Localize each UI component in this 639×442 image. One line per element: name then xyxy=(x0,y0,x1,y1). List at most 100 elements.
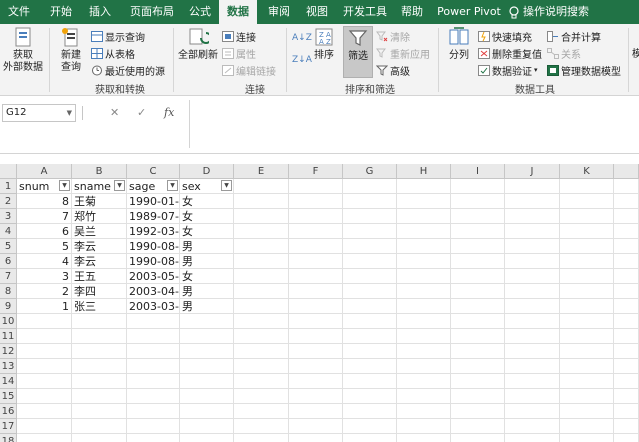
table-cell[interactable] xyxy=(560,314,614,329)
table-cell[interactable] xyxy=(614,389,639,404)
row-header[interactable]: 14 xyxy=(0,374,17,389)
table-cell[interactable] xyxy=(17,344,72,359)
tab-data[interactable]: 数据 xyxy=(219,0,257,24)
table-cell[interactable]: 1990-08- xyxy=(127,254,180,269)
table-cell[interactable] xyxy=(289,179,343,194)
table-cell[interactable] xyxy=(397,404,451,419)
table-cell[interactable]: 王五 xyxy=(72,269,127,284)
table-cell[interactable]: 2003-05- xyxy=(127,269,180,284)
flash-fill-button[interactable]: 快速填充 xyxy=(478,28,532,44)
relationships-button[interactable]: 关系 xyxy=(547,45,581,61)
filter-dropdown-icon[interactable]: ▼ xyxy=(114,180,125,191)
row-header[interactable]: 5 xyxy=(0,239,17,254)
table-cell[interactable]: 李四 xyxy=(72,284,127,299)
table-cell[interactable] xyxy=(343,419,397,434)
table-cell[interactable] xyxy=(180,359,234,374)
table-cell[interactable] xyxy=(17,434,72,442)
table-cell[interactable] xyxy=(560,344,614,359)
table-cell[interactable] xyxy=(614,224,639,239)
table-cell[interactable] xyxy=(397,299,451,314)
get-external-data-button[interactable]: 获取 外部数据 xyxy=(2,26,44,74)
table-cell[interactable] xyxy=(505,359,560,374)
table-cell[interactable] xyxy=(451,389,505,404)
table-cell[interactable] xyxy=(289,194,343,209)
table-cell[interactable] xyxy=(560,299,614,314)
column-header-j[interactable]: J xyxy=(505,164,560,179)
table-cell[interactable] xyxy=(614,239,639,254)
table-cell[interactable] xyxy=(234,299,289,314)
column-header-k[interactable]: K xyxy=(560,164,614,179)
table-cell[interactable] xyxy=(234,434,289,442)
table-cell[interactable] xyxy=(289,419,343,434)
tab-help[interactable]: 帮助 xyxy=(395,0,429,24)
name-box[interactable]: G12 ▼ xyxy=(2,104,76,122)
row-header[interactable]: 17 xyxy=(0,419,17,434)
table-cell[interactable] xyxy=(560,434,614,442)
table-cell[interactable]: 1990-08- xyxy=(127,239,180,254)
table-cell[interactable] xyxy=(72,404,127,419)
table-cell[interactable] xyxy=(180,374,234,389)
table-cell[interactable] xyxy=(397,224,451,239)
table-cell[interactable] xyxy=(505,404,560,419)
table-cell[interactable] xyxy=(234,209,289,224)
table-cell[interactable] xyxy=(289,299,343,314)
table-cell[interactable]: 男 xyxy=(180,239,234,254)
table-cell[interactable] xyxy=(451,359,505,374)
table-cell[interactable] xyxy=(234,179,289,194)
table-cell[interactable]: 2003-04- xyxy=(127,284,180,299)
formula-input[interactable] xyxy=(189,100,639,148)
column-header-g[interactable]: G xyxy=(343,164,397,179)
table-cell[interactable] xyxy=(614,179,639,194)
table-cell[interactable]: 4 xyxy=(17,254,72,269)
show-queries-button[interactable]: 显示查询 xyxy=(91,28,145,44)
table-cell[interactable] xyxy=(127,344,180,359)
reapply-button[interactable]: 重新应用 xyxy=(376,45,430,61)
cancel-button[interactable]: ✕ xyxy=(110,104,119,122)
table-cell[interactable] xyxy=(451,194,505,209)
table-cell[interactable] xyxy=(343,179,397,194)
table-cell[interactable]: 男 xyxy=(180,284,234,299)
table-cell[interactable] xyxy=(397,284,451,299)
table-cell[interactable]: 女 xyxy=(180,224,234,239)
table-cell[interactable] xyxy=(343,269,397,284)
row-header[interactable]: 10 xyxy=(0,314,17,329)
row-header[interactable]: 1 xyxy=(0,179,17,194)
table-cell[interactable] xyxy=(505,419,560,434)
table-cell[interactable] xyxy=(397,209,451,224)
table-cell[interactable] xyxy=(127,389,180,404)
table-cell[interactable] xyxy=(505,194,560,209)
table-cell[interactable] xyxy=(451,224,505,239)
filter-dropdown-icon[interactable]: ▼ xyxy=(221,180,232,191)
table-cell[interactable]: 2003-03- xyxy=(127,299,180,314)
table-cell[interactable] xyxy=(180,404,234,419)
select-all-corner[interactable] xyxy=(0,164,17,179)
table-cell[interactable] xyxy=(451,209,505,224)
table-cell[interactable] xyxy=(397,344,451,359)
row-header[interactable]: 13 xyxy=(0,359,17,374)
row-header[interactable]: 6 xyxy=(0,254,17,269)
table-cell[interactable] xyxy=(505,434,560,442)
table-cell[interactable] xyxy=(560,404,614,419)
new-query-button[interactable]: 新建 查询 xyxy=(54,26,88,74)
table-cell[interactable] xyxy=(289,209,343,224)
table-cell[interactable] xyxy=(614,284,639,299)
table-cell[interactable] xyxy=(343,239,397,254)
table-cell[interactable] xyxy=(505,224,560,239)
table-cell[interactable] xyxy=(614,194,639,209)
consolidate-button[interactable]: 合并计算 xyxy=(547,28,601,44)
header-cell[interactable]: sname ▼ xyxy=(72,179,127,194)
table-cell[interactable] xyxy=(560,359,614,374)
chevron-down-icon[interactable]: ▼ xyxy=(67,105,72,121)
table-cell[interactable] xyxy=(343,194,397,209)
table-cell[interactable] xyxy=(614,314,639,329)
table-cell[interactable] xyxy=(505,209,560,224)
table-cell[interactable] xyxy=(505,374,560,389)
column-header-c[interactable]: C xyxy=(127,164,180,179)
table-cell[interactable] xyxy=(451,179,505,194)
tab-file[interactable]: 文件 xyxy=(4,0,34,24)
table-cell[interactable] xyxy=(560,419,614,434)
table-cell[interactable] xyxy=(451,374,505,389)
column-header-a[interactable]: A xyxy=(17,164,72,179)
table-cell[interactable] xyxy=(289,359,343,374)
row-header[interactable]: 8 xyxy=(0,284,17,299)
